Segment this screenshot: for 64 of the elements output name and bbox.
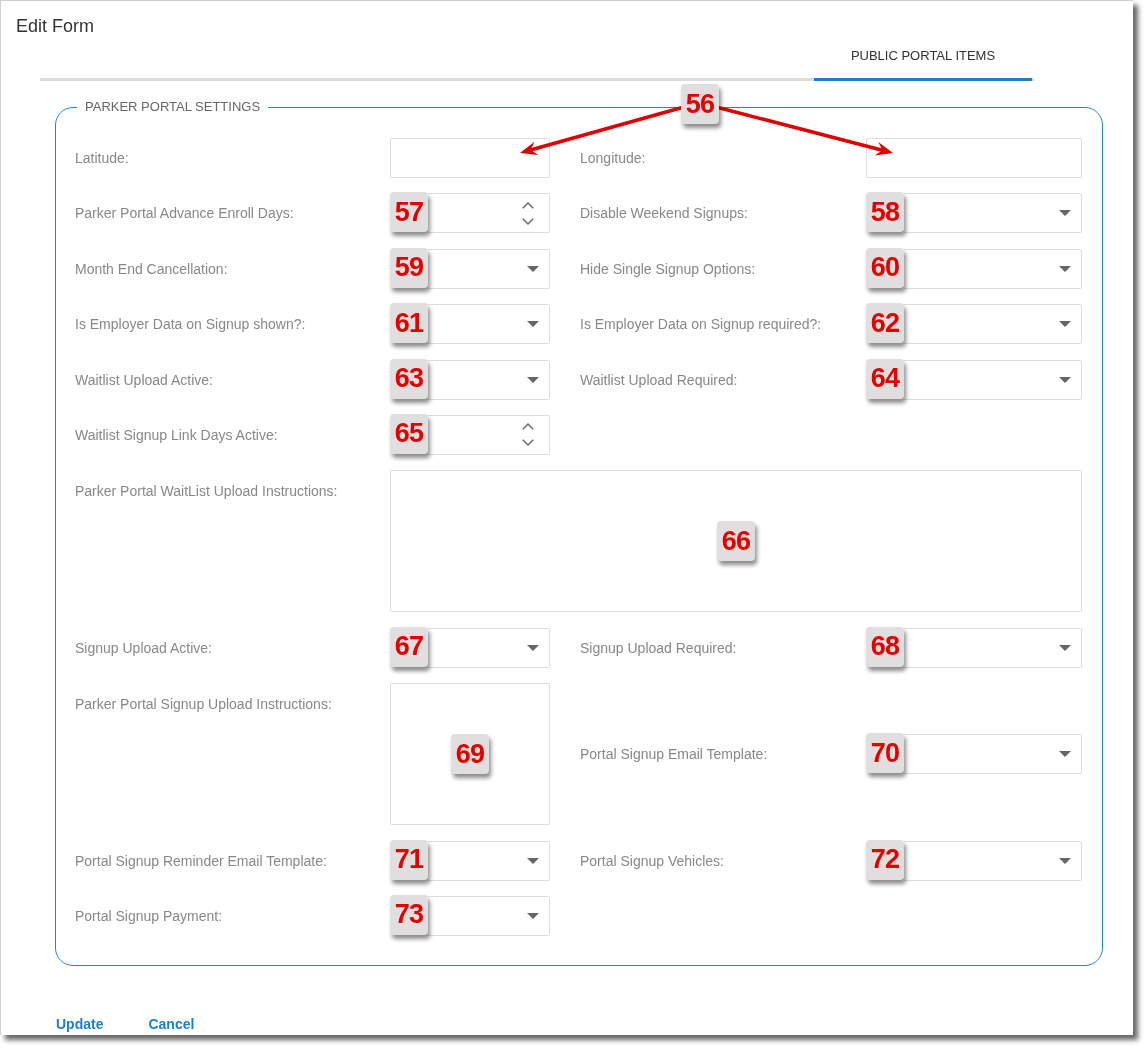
- caret-down-icon[interactable]: [527, 321, 539, 328]
- field-label: Disable Weekend Signups:: [580, 204, 748, 224]
- callout-badge: 64: [866, 358, 904, 399]
- field-label: Waitlist Upload Required:: [580, 370, 738, 390]
- callout-badge: 63: [390, 358, 428, 399]
- action-link[interactable]: Update: [56, 1013, 104, 1034]
- field-label: Waitlist Signup Link Days Active:: [75, 425, 278, 445]
- fieldset-legend: PARKER PORTAL SETTINGS: [77, 97, 269, 117]
- field-label: Portal Signup Reminder Email Template:: [75, 851, 327, 871]
- callout-badge: 66: [717, 521, 755, 562]
- callout-badge: 60: [866, 247, 904, 288]
- field-label: Parker Portal Signup Upload Instructions:: [75, 695, 332, 715]
- field-label: Waitlist Upload Active:: [75, 370, 213, 390]
- callout-badge: 62: [866, 303, 904, 344]
- caret-down-icon[interactable]: [1059, 376, 1071, 383]
- caret-down-icon[interactable]: [1059, 751, 1071, 758]
- chevron-down-icon[interactable]: [522, 439, 534, 447]
- caret-down-icon[interactable]: [527, 376, 539, 383]
- text-input[interactable]: [866, 138, 1082, 178]
- callout-badge: 67: [390, 626, 428, 667]
- text-area[interactable]: [390, 683, 550, 826]
- dialog-title: Edit Form: [16, 15, 94, 37]
- callout-badge: 73: [390, 894, 428, 935]
- field-label: Signup Upload Required:: [580, 638, 737, 658]
- callout-badge: 57: [390, 192, 428, 233]
- field-label: Month End Cancellation:: [75, 259, 228, 279]
- callout-badge: 58: [866, 192, 904, 233]
- caret-down-icon[interactable]: [1059, 321, 1071, 328]
- caret-down-icon[interactable]: [527, 265, 539, 272]
- field-label: Hide Single Signup Options:: [580, 259, 756, 279]
- callout-badge: 59: [390, 247, 428, 288]
- caret-down-icon[interactable]: [1059, 265, 1071, 272]
- number-input[interactable]: [428, 193, 550, 234]
- field-label: Signup Upload Active:: [75, 638, 212, 658]
- callout-badge: 68: [866, 626, 904, 667]
- callout-badge: 65: [390, 413, 428, 454]
- callout-badge: 56: [681, 84, 719, 124]
- field-label: Portal Signup Payment:: [75, 906, 223, 926]
- caret-down-icon[interactable]: [1059, 644, 1071, 651]
- text-input[interactable]: [390, 138, 550, 178]
- caret-down-icon[interactable]: [527, 857, 539, 864]
- caret-down-icon[interactable]: [527, 644, 539, 651]
- field-label: Parker Portal Advance Enroll Days:: [75, 204, 294, 224]
- chevron-up-icon[interactable]: [522, 201, 534, 209]
- field-label: Portal Signup Email Template:: [580, 745, 768, 765]
- callout-badge: 69: [451, 734, 489, 775]
- field-label: Portal Signup Vehicles:: [580, 851, 724, 871]
- number-input[interactable]: [428, 414, 550, 455]
- callout-badge: 72: [866, 839, 904, 880]
- chevron-down-icon[interactable]: [522, 217, 534, 225]
- field-label: Parker Portal WaitList Upload Instructions:: [75, 482, 338, 502]
- chevron-up-icon[interactable]: [522, 423, 534, 431]
- callout-badge: 70: [866, 733, 904, 774]
- field-label: Is Employer Data on Signup required?:: [580, 315, 822, 335]
- field-label: Longitude:: [580, 149, 646, 168]
- tab[interactable]: PUBLIC PORTAL ITEMS: [814, 38, 1032, 81]
- caret-down-icon[interactable]: [1059, 857, 1071, 864]
- caret-down-icon[interactable]: [1059, 210, 1071, 217]
- action-link[interactable]: Cancel: [148, 1013, 195, 1034]
- callout-badge: 61: [390, 303, 428, 344]
- field-label: Is Employer Data on Signup shown?:: [75, 315, 306, 335]
- field-label: Latitude:: [75, 149, 129, 168]
- caret-down-icon[interactable]: [527, 912, 539, 919]
- callout-badge: 71: [390, 839, 428, 880]
